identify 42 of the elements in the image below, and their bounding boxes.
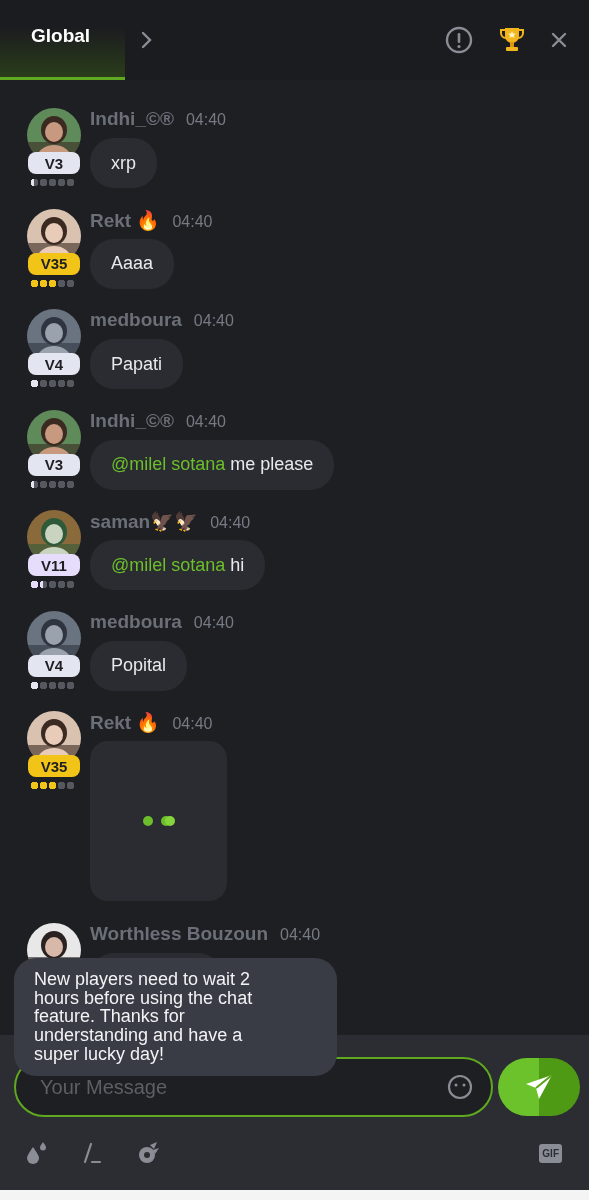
- message-bubble: Aaaa: [90, 238, 175, 289]
- vip-badge: V35: [28, 252, 80, 275]
- notice-tooltip: New players need to wait 2 hours before using the chat feature. Thanks for understanding and have a super lucky day!: [14, 958, 337, 1076]
- username: Rekt 🔥: [90, 711, 161, 734]
- message-bubble: Popital: [90, 640, 188, 691]
- username: Indhi_©®: [90, 409, 174, 432]
- vip-badge: V35: [28, 755, 80, 777]
- message-time: 04:40: [210, 514, 251, 532]
- gif-button[interactable]: GIF: [539, 1143, 562, 1163]
- message-time: 04:40: [193, 613, 234, 632]
- coin-icon[interactable]: [136, 1141, 160, 1165]
- message-bubble: @milel sotana hi: [90, 540, 266, 590]
- trophy-icon[interactable]: [499, 26, 525, 54]
- message-bubble: xrp: [90, 138, 157, 188]
- message-time: 04:40: [193, 312, 234, 330]
- emoji-icon[interactable]: [447, 1074, 473, 1100]
- close-icon[interactable]: [551, 32, 567, 48]
- message-time: 04:40: [280, 926, 321, 944]
- command-icon[interactable]: [82, 1142, 102, 1164]
- message-time: 04:40: [185, 412, 226, 431]
- send-button[interactable]: [498, 1058, 580, 1116]
- paper-plane-icon: [524, 1073, 554, 1101]
- vip-badge: V3: [28, 152, 80, 174]
- drops-icon[interactable]: [24, 1141, 48, 1165]
- message-time: 04:40: [172, 715, 213, 733]
- vip-badge: V3: [28, 453, 80, 476]
- loading-icon: [141, 815, 176, 827]
- username: Rekt 🔥: [90, 208, 161, 232]
- username: medboura: [90, 610, 182, 633]
- vip-badge: V4: [28, 654, 80, 677]
- vip-badge: V4: [28, 353, 80, 375]
- message-time: 04:40: [185, 111, 226, 129]
- info-icon[interactable]: [445, 26, 473, 54]
- message-bubble: Papati: [90, 339, 184, 389]
- username: saman🦅🦅: [90, 510, 199, 533]
- username: medboura: [90, 309, 182, 331]
- username: Indhi_©®: [90, 108, 174, 130]
- message-bubble: @milel sotana me please: [90, 439, 335, 490]
- vip-badge: V11: [28, 554, 80, 576]
- username: Worthless Bouzoun: [90, 923, 269, 945]
- chevron-right-icon[interactable]: [141, 31, 153, 49]
- message-time: 04:40: [172, 212, 213, 231]
